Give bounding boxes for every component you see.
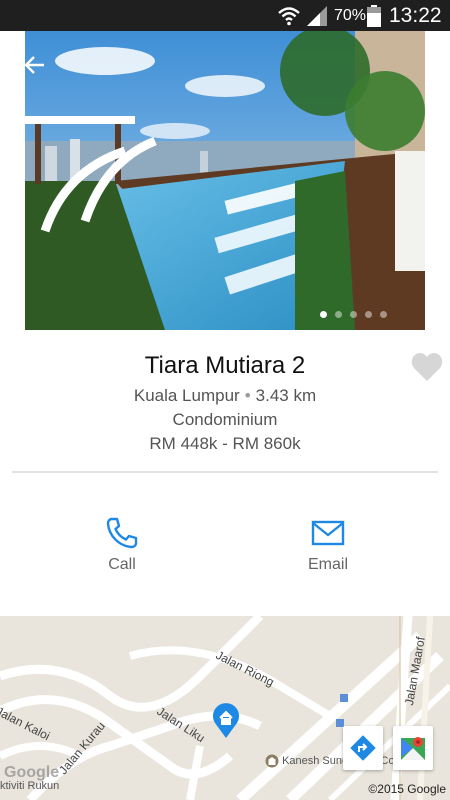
email-icon bbox=[311, 520, 345, 546]
battery-icon bbox=[367, 5, 381, 32]
map-copyright: ©2015 Google bbox=[368, 782, 446, 796]
heart-icon bbox=[411, 353, 443, 381]
status-time: 13:22 bbox=[389, 4, 442, 27]
email-button[interactable]: Email bbox=[268, 516, 388, 574]
price-range: RM 448k - RM 860k bbox=[149, 434, 301, 453]
property-name: Tiara Mutiara 2 bbox=[144, 352, 306, 379]
photo-pager-dots bbox=[320, 311, 387, 318]
property-photo-carousel[interactable] bbox=[25, 31, 425, 330]
back-button[interactable] bbox=[22, 52, 48, 78]
pager-dot[interactable] bbox=[380, 311, 387, 318]
directions-icon bbox=[350, 735, 376, 761]
pager-dot[interactable] bbox=[350, 311, 357, 318]
directions-button[interactable] bbox=[343, 726, 383, 770]
location-line: Kuala Lumpur • 3.43 km bbox=[0, 386, 450, 406]
city: Kuala Lumpur bbox=[133, 386, 240, 405]
google-logo: Google bbox=[4, 764, 60, 781]
call-label: Call bbox=[108, 556, 136, 573]
wifi-icon bbox=[277, 6, 301, 31]
signal-icon bbox=[307, 6, 329, 31]
pager-dot[interactable] bbox=[335, 311, 342, 318]
call-button[interactable]: Call bbox=[62, 516, 182, 574]
email-label: Email bbox=[307, 556, 348, 573]
map-pin-icon bbox=[213, 703, 239, 738]
separator-dot: • bbox=[244, 386, 251, 405]
pager-dot[interactable] bbox=[365, 311, 372, 318]
favorite-button[interactable] bbox=[411, 352, 443, 382]
arrow-left-icon bbox=[24, 56, 44, 74]
google-maps-icon bbox=[401, 737, 425, 760]
divider bbox=[12, 471, 438, 473]
status-bar: 70% 13:22 bbox=[0, 0, 450, 31]
distance: 3.43 km bbox=[255, 386, 317, 405]
property-type: Condominium bbox=[172, 410, 278, 429]
building-icon bbox=[265, 754, 279, 768]
open-google-maps-button[interactable] bbox=[393, 726, 433, 770]
phone-icon bbox=[106, 517, 138, 549]
pager-dot[interactable] bbox=[320, 311, 327, 318]
battery-percent: 70% bbox=[334, 7, 367, 24]
property-map-pin[interactable] bbox=[212, 703, 240, 739]
